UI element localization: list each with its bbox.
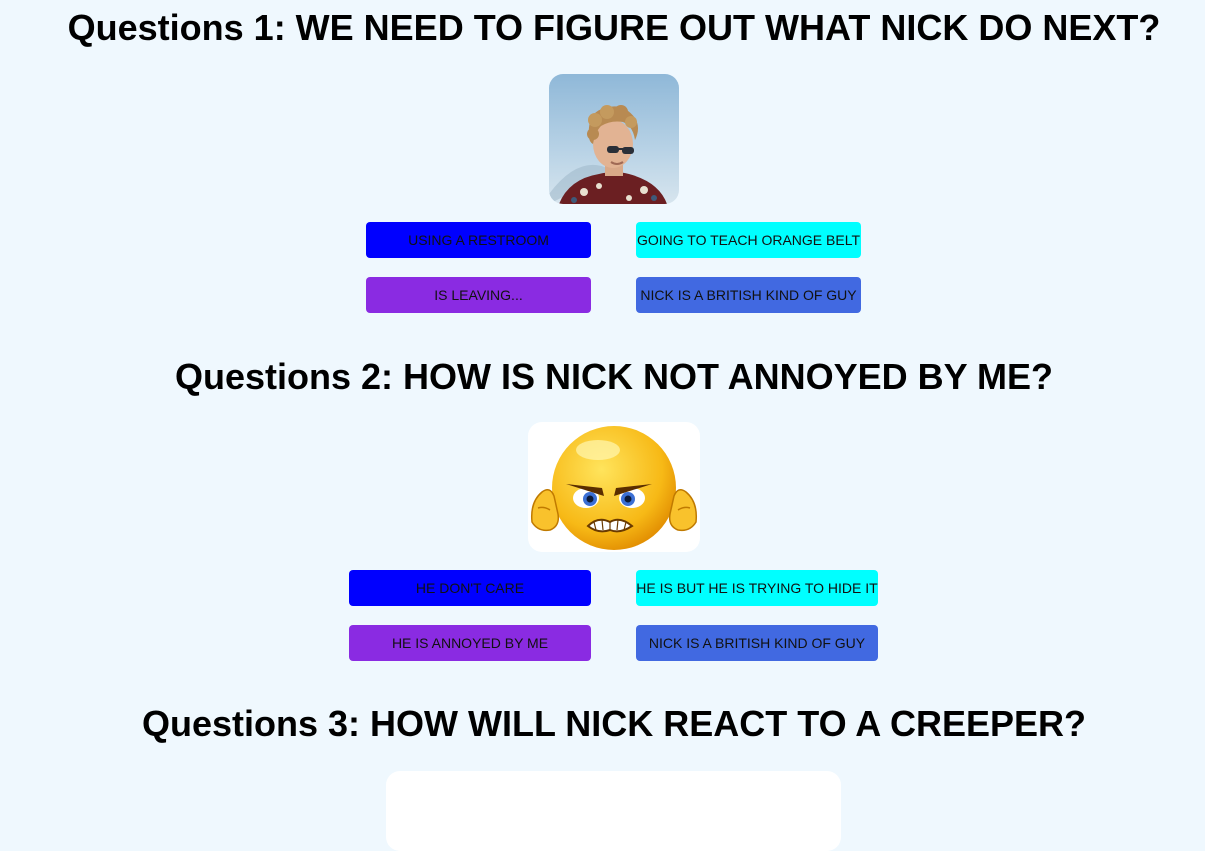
question-1-title: Questions 1: WE NEED TO FIGURE OUT WHAT … (67, 7, 1161, 48)
question-3-image-placeholder (386, 771, 841, 851)
q2-answer-hiding-it-button[interactable]: HE IS BUT HE IS TRYING TO HIDE IT (636, 570, 878, 606)
q1-answer-orange-belt-button[interactable]: GOING TO TEACH ORANGE BELT (636, 222, 861, 258)
q1-answer-british-button[interactable]: NICK IS A BRITISH KIND OF GUY (636, 277, 861, 313)
q2-answer-british-button[interactable]: NICK IS A BRITISH KIND OF GUY (636, 625, 878, 661)
q1-answer-restroom-button[interactable]: USING A RESTROOM (366, 222, 591, 258)
angry-emoji-icon (528, 422, 700, 552)
q2-answer-annoyed-button[interactable]: HE IS ANNOYED BY ME (349, 625, 591, 661)
q2-answer-dont-care-button[interactable]: HE DON'T CARE (349, 570, 591, 606)
question-1-photo (549, 74, 679, 204)
q1-answer-leaving-button[interactable]: IS LEAVING... (366, 277, 591, 313)
question-3-title: Questions 3: HOW WILL NICK REACT TO A CR… (141, 703, 1087, 744)
question-2-title: Questions 2: HOW IS NICK NOT ANNOYED BY … (174, 356, 1054, 397)
